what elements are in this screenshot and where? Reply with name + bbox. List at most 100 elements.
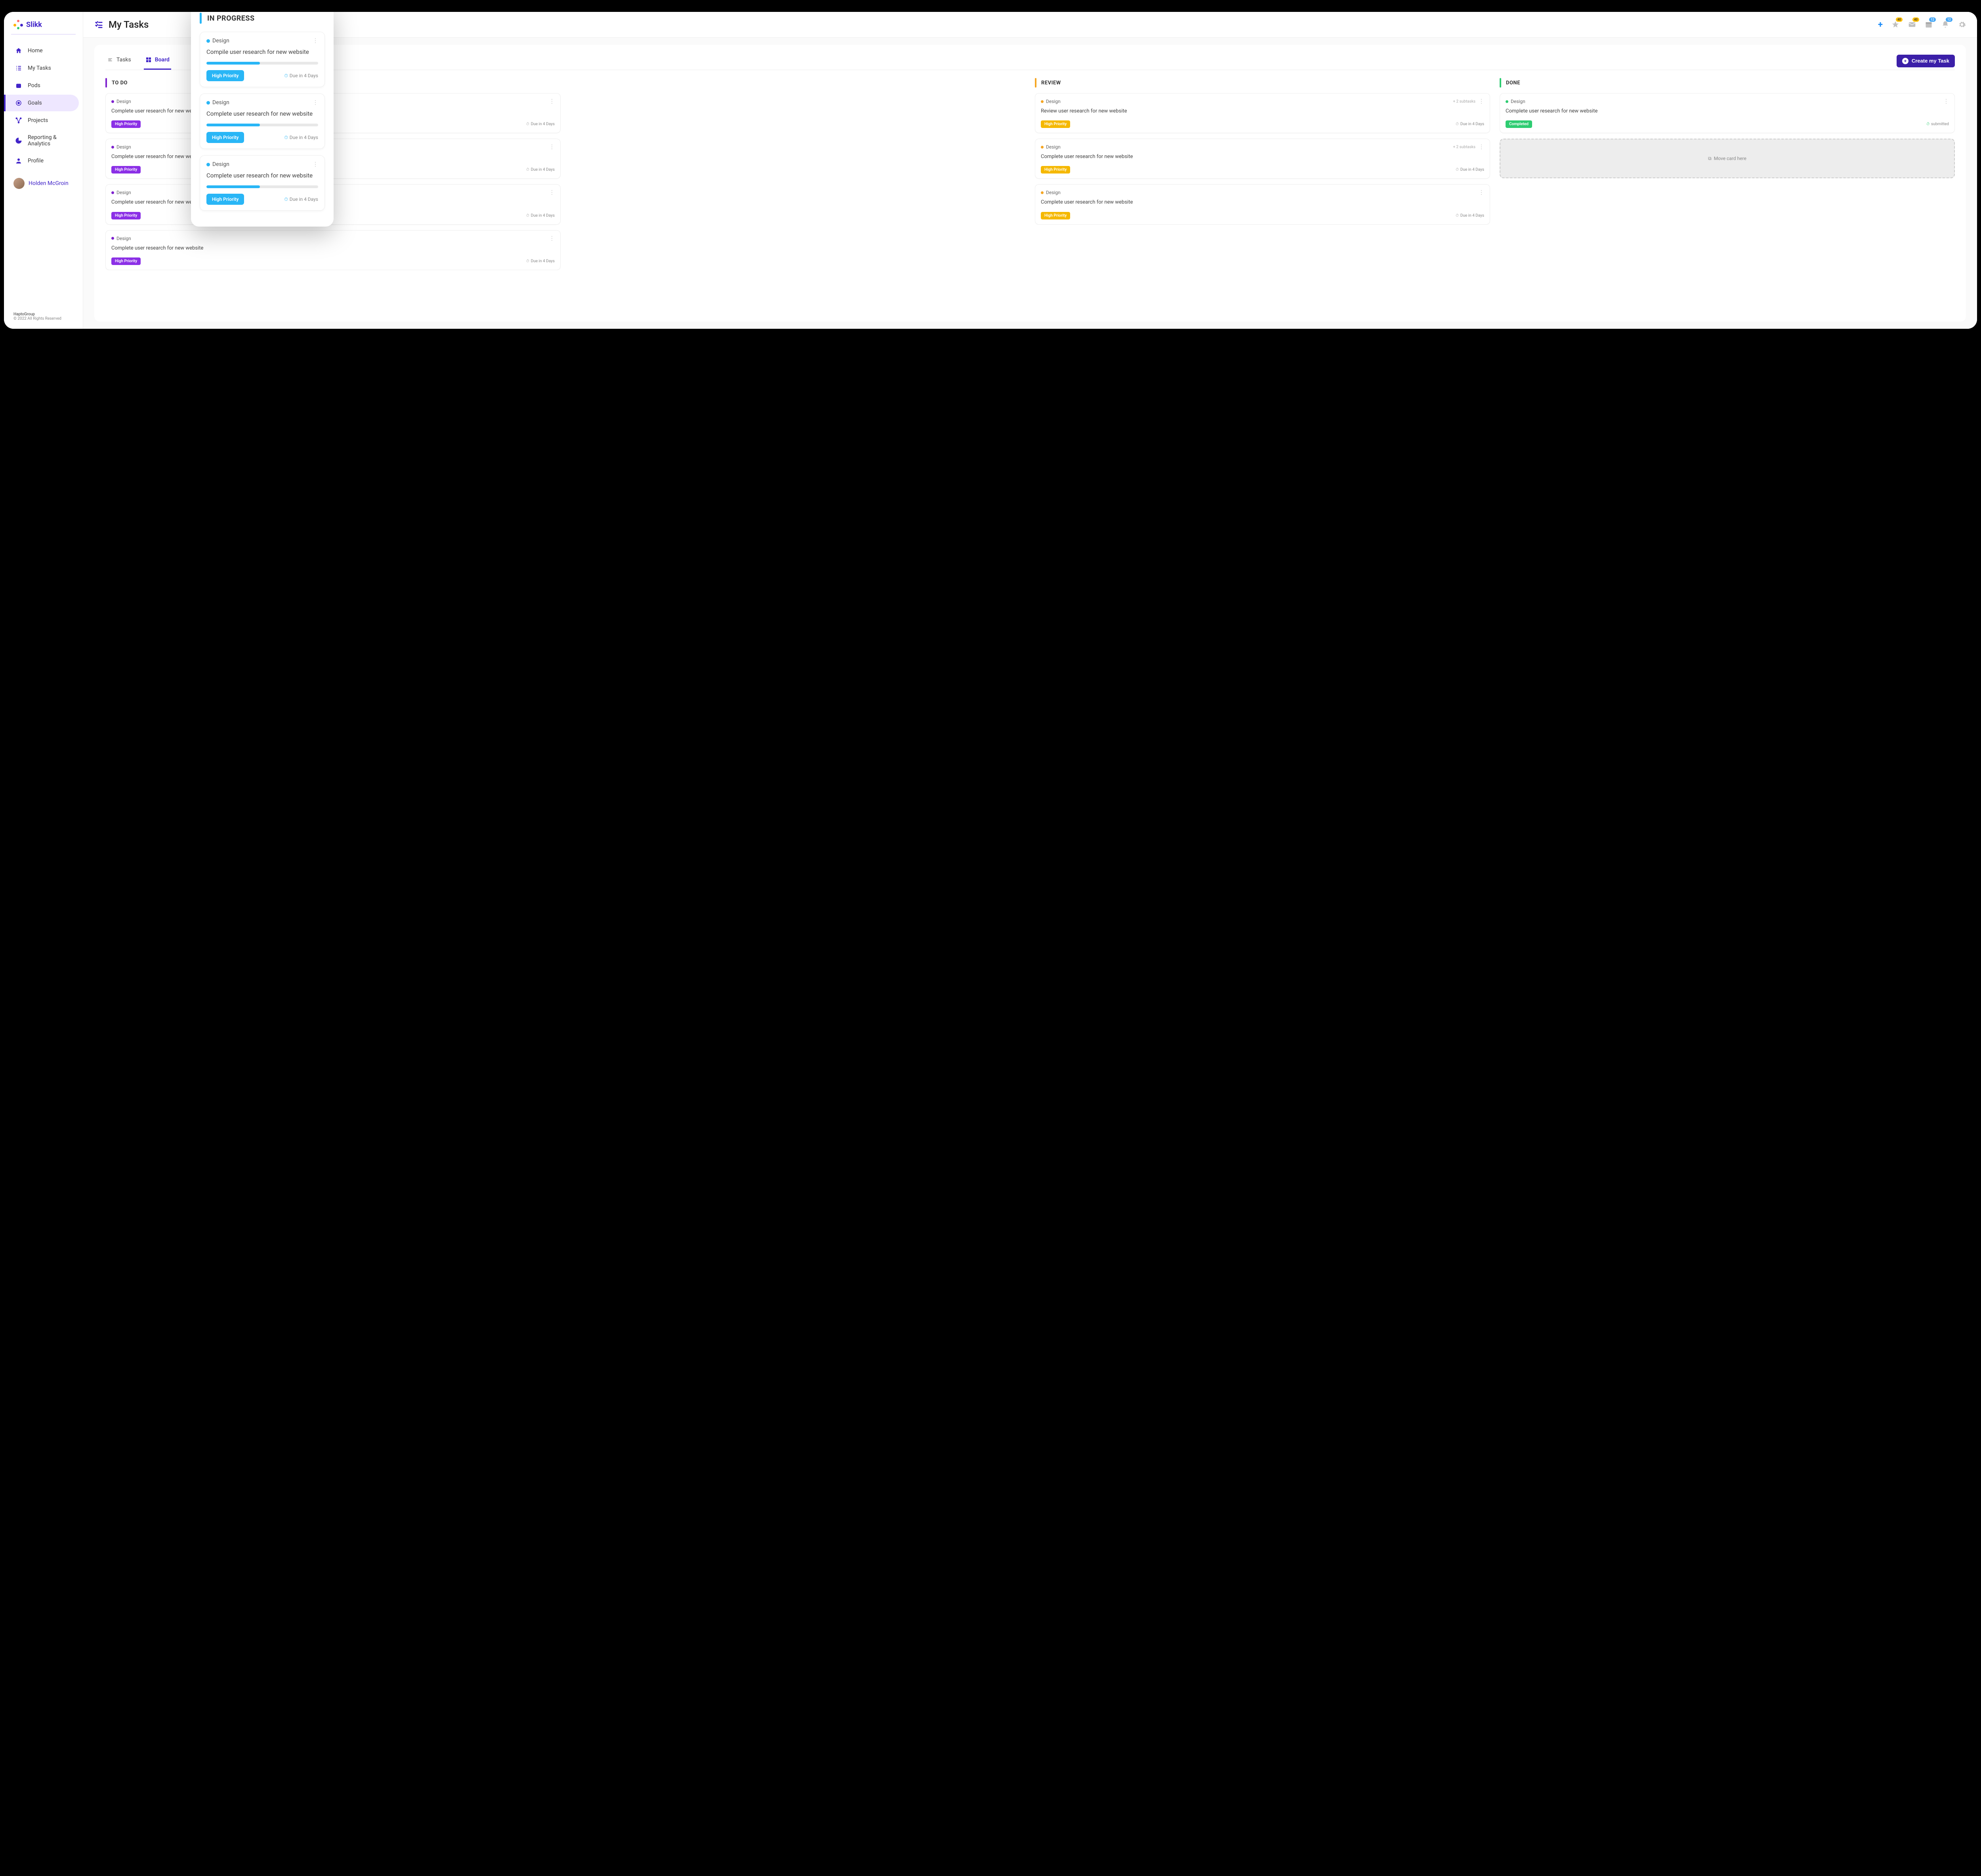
category-label: Design (212, 161, 229, 168)
sidebar-item-goals[interactable]: Goals (4, 95, 79, 111)
gear-icon[interactable] (1958, 21, 1966, 29)
projects-icon (15, 117, 22, 124)
goals-icon (15, 99, 22, 107)
timer-icon: ⏱ (1456, 122, 1459, 126)
tab-board[interactable]: Board (144, 52, 171, 70)
tab-tasks[interactable]: Tasks (105, 52, 133, 70)
category-dot (1041, 191, 1044, 194)
task-card[interactable]: Design⋮ Complete user research for new w… (1035, 184, 1490, 224)
task-card[interactable]: Design+ 2 subtasks⋮ Complete user resear… (1035, 139, 1490, 179)
card-menu-icon[interactable]: ⋮ (549, 98, 555, 105)
progress-fill (206, 62, 260, 65)
due-label: ⏱Due in 4 Days (526, 214, 555, 218)
analytics-icon (15, 137, 22, 144)
timer-icon: ⏱ (284, 73, 288, 79)
status-pill: Completed (1506, 120, 1532, 128)
due-label: ⏱Due in 4 Days (526, 259, 555, 263)
inprogress-popover: IN PROGRESS Design⋮ Compile user researc… (191, 12, 334, 227)
timer-icon: ⏱ (526, 214, 529, 218)
priority-pill: High Priority (111, 166, 141, 173)
badge: 40 (1896, 17, 1903, 22)
column-title: REVIEW (1041, 80, 1061, 86)
card-menu-icon[interactable]: ⋮ (549, 189, 555, 196)
progress-bar (206, 124, 318, 126)
priority-pill: High Priority (111, 212, 141, 219)
category-label: Design (1046, 144, 1061, 150)
card-title: Review user research for new website (1041, 108, 1484, 115)
column-header: DONE (1500, 78, 1955, 88)
sidebar-item-mytasks[interactable]: My Tasks (4, 60, 83, 76)
task-card[interactable]: Design ⋮ Complete user research for new w… (105, 230, 561, 270)
progress-fill (206, 185, 260, 188)
main: My Tasks + 40 40 12 12 (83, 12, 1977, 329)
timer-icon: ⏱ (284, 196, 288, 202)
card-menu-icon[interactable]: ⋮ (1943, 98, 1949, 105)
task-card[interactable]: Design+ 2 subtasks⋮ Review user research… (1035, 93, 1490, 133)
title-row: My Tasks (94, 19, 149, 30)
sidebar-item-label: Home (28, 48, 43, 54)
timer-icon: ⏱ (284, 135, 288, 141)
star-icon[interactable]: 40 (1891, 21, 1899, 29)
task-card[interactable]: Design⋮ Complete user research for new w… (1500, 93, 1955, 133)
card-menu-icon[interactable]: ⋮ (549, 144, 555, 150)
sidebar-item-label: Projects (28, 117, 48, 124)
task-card[interactable]: Design⋮ Compile user research for new we… (200, 32, 325, 87)
calendar-icon[interactable]: 12 (1925, 21, 1933, 29)
board-panel: Tasks Board + Create my Task (94, 45, 1966, 322)
progress-fill (206, 124, 260, 126)
category-label: Design (116, 144, 131, 150)
sidebar-item-analytics[interactable]: Reporting & Analytics (4, 130, 83, 152)
add-icon[interactable]: + (1878, 20, 1883, 30)
sidebar-item-label: Pods (28, 82, 40, 89)
column-header: REVIEW (1035, 78, 1490, 88)
due-label: ⏱Due in 4 Days (526, 168, 555, 172)
priority-pill: High Priority (1041, 212, 1070, 219)
sidebar-item-home[interactable]: Home (4, 42, 83, 59)
column-accent (105, 78, 107, 88)
card-menu-icon[interactable]: ⋮ (313, 161, 318, 168)
logo-text: Slikk (26, 21, 42, 29)
task-card[interactable]: Design⋮ Complete user research for new w… (200, 93, 325, 149)
card-menu-icon[interactable]: ⋮ (1479, 98, 1484, 105)
category-label: Design (116, 236, 131, 241)
drop-zone[interactable]: ⧉ Move card here (1500, 139, 1955, 178)
logo[interactable]: Slikk (4, 20, 83, 34)
list-icon (107, 57, 113, 63)
top-icons: + 40 40 12 12 (1878, 20, 1966, 30)
category-label: Design (1511, 99, 1525, 104)
due-label: ⏱Due in 4 Days (1456, 214, 1484, 218)
category-dot (206, 39, 210, 43)
card-menu-icon[interactable]: ⋮ (549, 235, 555, 242)
move-icon: ⧉ (1708, 156, 1712, 162)
category-dot (1506, 100, 1508, 103)
bell-icon[interactable]: 12 (1941, 21, 1949, 29)
user-name: Holden McGroin (29, 180, 69, 187)
card-title: Complete user research for new website (1041, 153, 1484, 160)
card-menu-icon[interactable]: ⋮ (1479, 144, 1484, 150)
task-card[interactable]: Design ⋮ Complete user research for new w… (200, 155, 325, 211)
card-menu-icon[interactable]: ⋮ (313, 99, 318, 106)
category-label: Design (116, 190, 131, 195)
category-dot (111, 237, 114, 240)
current-user[interactable]: Holden McGroin (4, 172, 83, 194)
sidebar-item-profile[interactable]: Profile (4, 153, 83, 169)
category-label: Design (116, 99, 131, 104)
tasks-icon (15, 65, 22, 72)
card-menu-icon[interactable]: ⋮ (1479, 189, 1484, 196)
card-list: Design+ 2 subtasks⋮ Review user research… (1035, 93, 1490, 225)
sidebar-item-pods[interactable]: Pods (4, 77, 83, 94)
card-title: Complete user research for new website (206, 172, 318, 180)
column-done: DONE Design⋮ Complete user research for … (1500, 78, 1955, 315)
card-title: Complete user research for new website (111, 245, 555, 252)
check-icon: ⏱ (1926, 122, 1929, 126)
card-title: Complete user research for new website (206, 110, 318, 118)
timer-icon: ⏱ (526, 122, 529, 126)
due-label: ⏱Due in 4 Days (526, 122, 555, 126)
sidebar-item-projects[interactable]: Projects (4, 112, 83, 129)
mail-icon[interactable]: 40 (1908, 21, 1916, 29)
create-task-button[interactable]: + Create my Task (1897, 55, 1955, 67)
board-icon (145, 57, 152, 63)
card-menu-icon[interactable]: ⋮ (313, 38, 318, 44)
tab-label: Board (155, 57, 170, 63)
popover-header: IN PROGRESS (200, 13, 325, 24)
